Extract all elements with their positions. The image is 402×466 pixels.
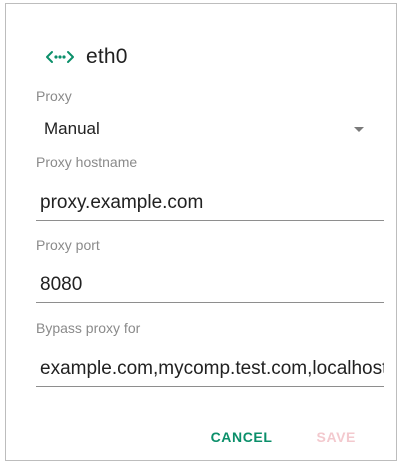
proxy-hostname-label: Proxy hostname <box>36 154 138 170</box>
proxy-port-input[interactable] <box>36 268 384 302</box>
dialog-header: eth0 <box>44 44 128 70</box>
dialog-title: eth0 <box>86 45 128 68</box>
save-button[interactable]: SAVE <box>317 429 357 445</box>
bypass-proxy-input[interactable] <box>36 352 384 386</box>
proxy-port-label: Proxy port <box>36 237 100 253</box>
ethernet-icon <box>44 49 76 65</box>
proxy-dialog: eth0 Proxy Manual Proxy hostname Proxy p… <box>5 3 397 461</box>
dropdown-arrow-icon <box>354 126 364 132</box>
proxy-mode-dropdown[interactable]: Manual <box>36 116 376 142</box>
dialog-actions: CANCEL SAVE <box>211 429 356 445</box>
proxy-mode-value: Manual <box>44 119 100 138</box>
proxy-label: Proxy <box>36 88 72 104</box>
proxy-hostname-field-container <box>36 186 384 221</box>
bypass-proxy-field-container <box>36 352 384 387</box>
proxy-hostname-input[interactable] <box>36 186 384 220</box>
bypass-proxy-label: Bypass proxy for <box>36 320 141 336</box>
cancel-button[interactable]: CANCEL <box>211 429 273 445</box>
proxy-port-field-container <box>36 268 384 303</box>
